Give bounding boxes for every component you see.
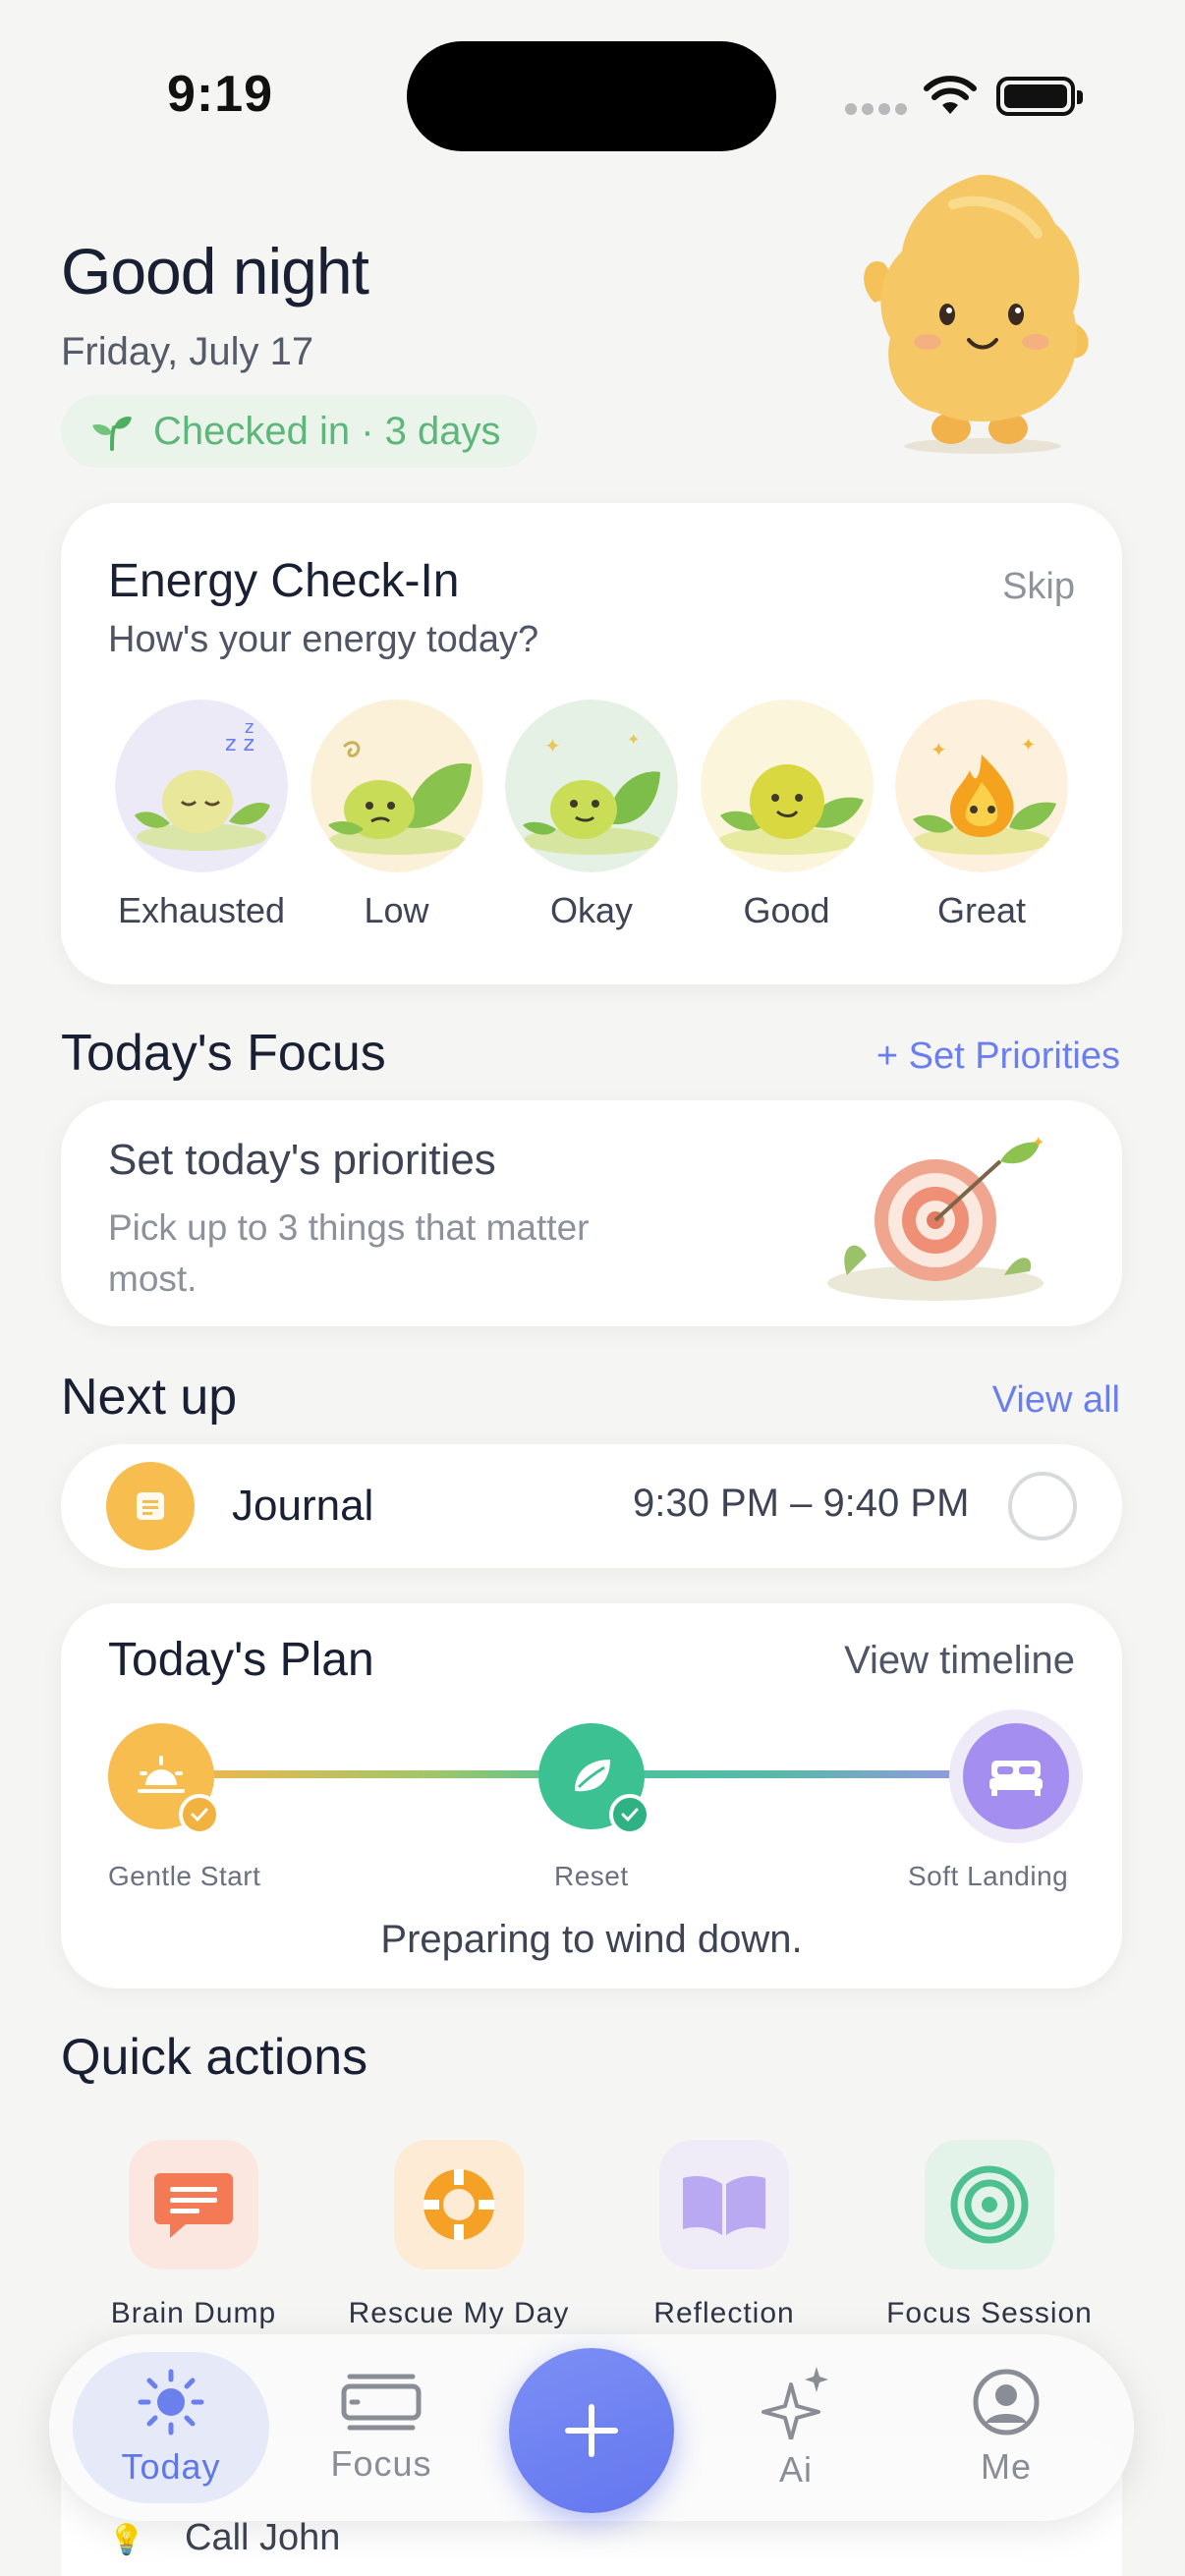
tab-label: Me [980,2446,1032,2487]
next-up-item-label: Journal [232,1482,374,1530]
open-book-icon [659,2140,789,2269]
mascot-illustration [864,174,1089,454]
view-all-link[interactable]: View all [992,1379,1120,1422]
tab-today[interactable]: Today [73,2352,269,2503]
plan-node-label: Soft Landing [908,1861,1069,1891]
plan-node-reset[interactable] [538,1723,650,1835]
svg-text:z: z [245,717,254,738]
check-icon [609,1794,650,1835]
checkin-streak-badge[interactable]: Checked in · 3 days [61,395,536,468]
status-bar: 9:19 [0,0,1185,157]
plan-card-title: Today's Plan [108,1634,374,1686]
leaf-icon [575,1760,610,1792]
svg-text:✦: ✦ [544,734,561,757]
set-priorities-link[interactable]: + Set Priorities [876,1036,1120,1078]
quick-action-rescue-my-day[interactable]: Rescue My Day [326,2140,592,2330]
energy-option-okay[interactable]: ✦ ✦ Okay [498,700,685,931]
energy-option-exhausted[interactable]: z z z Exhausted [108,700,295,931]
focus-card-subtitle: Pick up to 3 things that matter most. [108,1207,590,1299]
plan-node-gentle-start[interactable] [108,1723,220,1835]
energy-card-subtitle: How's your energy today? [108,619,539,660]
add-button[interactable] [509,2348,674,2513]
lightbulb-icon: 💡 [108,2524,145,2556]
plus-icon [565,2404,618,2457]
peek-item-text: Call John [185,2517,341,2558]
energy-checkin-card: Energy Check-In How's your energy today?… [61,503,1122,984]
focus-section-title: Today's Focus [61,1025,386,1082]
tab-bar: Today Focus Ai Me [49,2334,1134,2521]
energy-option-label: Okay [549,890,634,930]
tab-label: Ai [778,2449,813,2490]
next-up-item-time: 9:30 PM – 9:40 PM [633,1482,970,1525]
focus-card-title: Set today's priorities [108,1136,496,1184]
quick-action-focus-session[interactable]: Focus Session [857,2140,1122,2330]
plan-node-label: Reset [554,1861,629,1891]
next-up-section-title: Next up [61,1369,238,1426]
svg-text:✦: ✦ [1032,1133,1044,1151]
svg-text:✦: ✦ [931,738,947,761]
complete-checkbox[interactable] [1008,1472,1077,1540]
energy-option-label: Good [743,890,830,930]
checkin-text: Checked in · 3 days [153,409,501,453]
great-flame-icon: ✦ ✦ [895,700,1068,872]
energy-card-title: Energy Check-In [108,555,460,607]
journal-icon [106,1462,195,1550]
quick-action-brain-dump[interactable]: Brain Dump [61,2140,326,2330]
sleepy-sprout-icon: z z z [115,700,288,872]
wifi-icon [924,76,977,114]
good-sprout-icon [700,700,874,872]
lifebuoy-icon [394,2140,524,2269]
stack-icon [341,2374,422,2431]
plan-status-text: Preparing to wind down. [380,1918,803,1961]
sprout-icon [92,417,132,451]
plan-card: Today's Plan View timeline Gentle Start … [61,1603,1122,1988]
focus-card[interactable]: Set today's priorities Pick up to 3 thin… [61,1100,1122,1326]
skip-button[interactable]: Skip [1002,566,1075,608]
bed-icon [989,1761,1043,1796]
sparkle-icon [762,2367,828,2439]
energy-option-label: Great [936,890,1027,930]
quick-action-label: Reflection [653,2297,795,2329]
date-label: Friday, July 17 [61,330,314,373]
view-timeline-link[interactable]: View timeline [844,1639,1075,1683]
okay-sprout-icon: ✦ ✦ [505,700,678,872]
svg-text:✦: ✦ [1021,735,1036,756]
quick-action-label: Brain Dump [110,2297,277,2329]
next-up-item[interactable]: Journal 9:30 PM – 9:40 PM [61,1444,1122,1568]
signal-icon [845,102,912,120]
svg-text:✦: ✦ [627,730,640,749]
quick-action-reflection[interactable]: Reflection [592,2140,857,2330]
status-time: 9:19 [167,66,274,123]
speech-bubble-icon [129,2140,258,2269]
sun-icon [138,2369,204,2436]
plan-node-label: Gentle Start [108,1861,261,1891]
dynamic-island [407,41,776,151]
energy-option-great[interactable]: ✦ ✦ Great [888,700,1075,931]
check-icon [179,1794,220,1835]
energy-options: z z z Exhausted Low ✦ ✦ Okay Good ✦ ✦ Gr… [108,700,1075,931]
plan-node-soft-landing[interactable] [949,1709,1083,1843]
low-sprout-icon [310,700,483,872]
tab-me[interactable]: Me [908,2352,1104,2503]
tab-label: Focus [330,2443,432,2484]
energy-option-low[interactable]: Low [304,700,490,931]
quick-actions-title: Quick actions [61,2029,368,2086]
energy-option-good[interactable]: Good [694,700,880,931]
tab-label: Today [121,2446,221,2487]
sunrise-icon [138,1756,185,1793]
tab-focus[interactable]: Focus [283,2352,480,2503]
energy-option-label: Low [364,890,429,930]
greeting-title: Good night [61,235,369,308]
battery-icon [996,77,1083,116]
profile-icon [973,2369,1040,2436]
target-icon [925,2140,1054,2269]
quick-actions-row: Brain Dump Rescue My Day Reflection Focu… [61,2140,1122,2330]
quick-action-label: Focus Session [886,2297,1093,2329]
energy-option-label: Exhausted [117,890,286,930]
tab-ai[interactable]: Ai [698,2352,894,2503]
quick-action-label: Rescue My Day [348,2297,570,2329]
target-illustration: ✦ [827,1133,1044,1301]
